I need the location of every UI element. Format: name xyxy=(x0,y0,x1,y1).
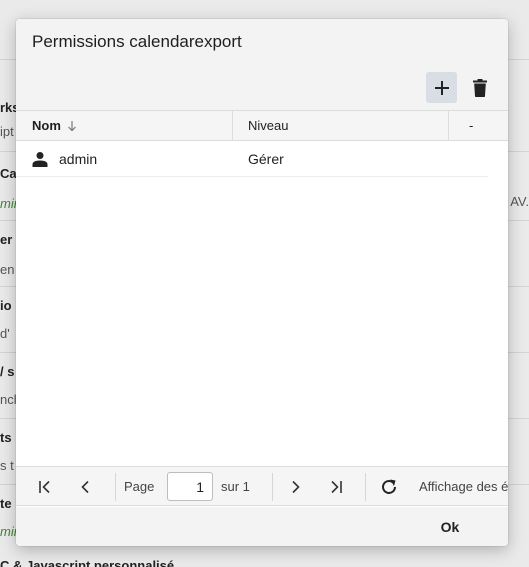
table-row[interactable]: admin Gérer xyxy=(16,141,488,177)
refresh-icon xyxy=(382,479,396,494)
add-button[interactable] xyxy=(426,72,457,103)
page-number-input[interactable] xyxy=(167,472,213,501)
bg-text: s t xyxy=(0,458,14,473)
column-label: - xyxy=(469,118,474,133)
cell-name: admin xyxy=(32,141,97,176)
page-count-label: sur 1 xyxy=(221,479,250,494)
column-header-level[interactable]: Niveau xyxy=(233,111,449,140)
previous-page-button[interactable] xyxy=(71,473,99,501)
pager-separator xyxy=(272,473,273,501)
next-page-button[interactable] xyxy=(282,473,310,501)
ok-button[interactable]: Ok xyxy=(428,514,472,540)
bg-text: ncl xyxy=(0,392,17,407)
display-info-text: Affichage des é xyxy=(419,479,508,494)
dialog-title: Permissions calendarexport xyxy=(32,32,242,51)
dialog-header: Permissions calendarexport xyxy=(16,19,508,110)
pager-separator xyxy=(115,473,116,501)
pager-separator xyxy=(365,473,366,501)
delete-button[interactable] xyxy=(464,72,495,103)
column-label: Nom xyxy=(32,118,61,133)
bg-text: te xyxy=(0,496,12,511)
bg-right-text: AV. xyxy=(510,194,529,209)
refresh-button[interactable] xyxy=(375,473,403,501)
bg-text: C & Javascript personnalisé xyxy=(0,558,175,567)
chevron-right-icon xyxy=(292,480,300,494)
bg-text: io xyxy=(0,298,12,313)
dialog-footer: Ok xyxy=(16,507,508,546)
user-name: admin xyxy=(59,150,98,167)
grid-header: Nom Niveau - xyxy=(16,110,508,141)
bg-text: ipt xyxy=(0,124,14,139)
last-page-button[interactable] xyxy=(321,473,349,501)
bg-text: er xyxy=(0,232,13,247)
bg-text: Ca xyxy=(0,166,17,181)
bg-text: ts xyxy=(0,430,12,445)
chevron-left-icon xyxy=(81,480,89,494)
paging-toolbar: Page sur 1 Affichage des é xyxy=(16,466,508,506)
page-label: Page xyxy=(124,479,155,494)
trash-icon xyxy=(472,78,487,97)
column-label: Niveau xyxy=(248,118,289,133)
plus-icon xyxy=(434,80,449,95)
column-header-name[interactable]: Nom xyxy=(16,111,233,140)
first-page-icon xyxy=(39,480,50,494)
first-page-button[interactable] xyxy=(32,473,60,501)
bg-text: en xyxy=(0,262,15,277)
permissions-dialog: Permissions calendarexport Nom Niveau - … xyxy=(16,19,508,546)
bg-text: / s xyxy=(0,364,15,379)
cell-level: Gérer xyxy=(248,150,284,167)
bg-text: d' xyxy=(0,326,10,341)
user-icon xyxy=(32,151,48,167)
column-header-extra[interactable]: - xyxy=(449,111,508,140)
last-page-icon xyxy=(331,480,342,494)
sort-arrow-down-icon xyxy=(67,120,77,132)
